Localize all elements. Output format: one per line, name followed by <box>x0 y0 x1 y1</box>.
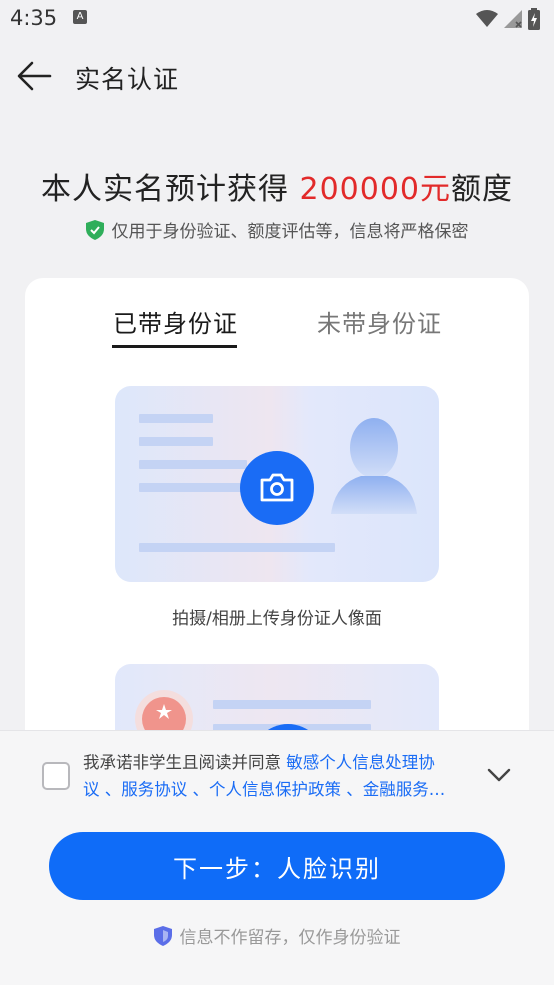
id-text-line <box>213 700 371 709</box>
app-bar: 实名认证 <box>0 46 554 106</box>
credit-headline: 本人实名预计获得 200000元额度 <box>0 164 554 208</box>
emblem-stars-icon <box>156 704 172 719</box>
wifi-icon <box>476 10 498 27</box>
credit-unit: 元 <box>420 172 452 207</box>
id-front-caption: 拍摄/相册上传身份证人像面 <box>172 609 382 629</box>
tab-without-id[interactable]: 未带身份证 <box>317 304 442 339</box>
id-text-line <box>139 483 247 492</box>
privacy-note: 信息不作留存，仅作身份验证 <box>0 923 554 948</box>
shield-icon <box>153 925 172 946</box>
camera-icon <box>260 473 294 502</box>
id-text-line <box>139 437 213 446</box>
tab-indicator <box>112 345 237 348</box>
status-icons <box>476 7 540 31</box>
page-title: 实名认证 <box>75 65 180 94</box>
id-front-upload[interactable] <box>115 386 439 582</box>
back-button[interactable] <box>14 58 58 94</box>
headline-suffix: 额度 <box>451 172 514 207</box>
status-bar: 4:35 A <box>0 0 554 38</box>
camera-button[interactable] <box>240 451 314 525</box>
notification-icon: A <box>73 10 87 24</box>
chevron-down-icon <box>487 768 511 782</box>
back-arrow-icon <box>17 61 52 91</box>
signal-icon <box>504 10 522 28</box>
agreement-text: 我承诺非学生且阅读并同意 敏感个人信息处理协 议 、服务协议 、个人信息保护政策… <box>83 749 483 803</box>
id-text-line <box>139 414 213 423</box>
shield-check-icon <box>85 219 104 240</box>
status-time: 4:35 <box>10 6 58 30</box>
id-text-line <box>139 460 247 469</box>
next-step-button[interactable]: 下一步：人脸识别 <box>49 832 505 900</box>
expand-agreements-button[interactable] <box>486 765 512 785</box>
security-note: 仅用于身份验证、额度评估等，信息将严格保密 <box>0 217 554 242</box>
agreement-checkbox[interactable] <box>42 762 70 790</box>
agreement-prefix: 我承诺非学生且阅读并同意 <box>83 753 287 772</box>
id-text-line <box>139 543 335 552</box>
tab-with-id[interactable]: 已带身份证 <box>113 304 238 339</box>
portrait-silhouette-icon <box>331 418 417 514</box>
privacy-note-text: 信息不作留存，仅作身份验证 <box>179 928 401 948</box>
agreement-links[interactable]: 议 、服务协议 、个人信息保护政策 、金融服务… <box>83 780 445 799</box>
agreement-link-sensitive-info[interactable]: 敏感个人信息处理协 <box>286 753 435 772</box>
credit-amount: 200000 <box>299 172 421 207</box>
battery-icon <box>528 8 540 30</box>
headline-prefix: 本人实名预计获得 <box>40 172 300 207</box>
security-note-text: 仅用于身份验证、额度评估等，信息将严格保密 <box>111 222 469 242</box>
bottom-action-sheet: 我承诺非学生且阅读并同意 敏感个人信息处理协 议 、服务协议 、个人信息保护政策… <box>0 730 554 985</box>
id-upload-card: 已带身份证 未带身份证 拍摄/相册上传身份证人像面 <box>25 278 529 748</box>
